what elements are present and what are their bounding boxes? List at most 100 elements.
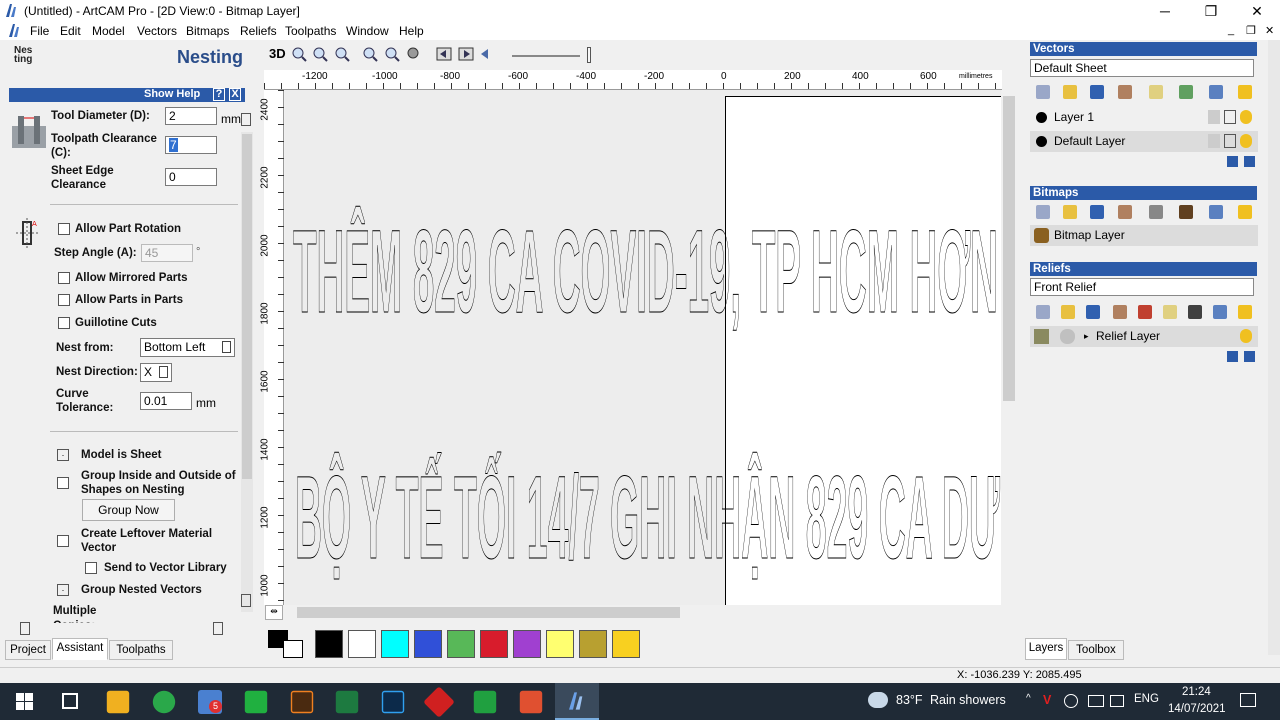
menu-window[interactable]: Window <box>346 24 389 38</box>
open-icon[interactable] <box>1063 205 1077 219</box>
group-now-button[interactable]: Group Now <box>82 499 175 521</box>
artcam-menu-icon[interactable] <box>8 23 22 38</box>
pan-icon[interactable] <box>406 46 422 62</box>
help-close-button[interactable]: X <box>229 88 241 101</box>
relief-select[interactable]: Front Relief <box>1030 278 1254 296</box>
menu-model[interactable]: Model <box>92 24 125 38</box>
swatch-cyan[interactable] <box>381 630 409 658</box>
vectors-sheet-select[interactable]: Default Sheet <box>1030 59 1254 77</box>
zoom-out-icon[interactable] <box>312 46 328 62</box>
layer-color-dot[interactable] <box>1036 112 1047 123</box>
move-down-icon[interactable] <box>1244 156 1255 167</box>
panel-scrollbar[interactable] <box>241 132 253 612</box>
restore-button[interactable]: ❐ <box>1188 0 1234 22</box>
show-help-label[interactable]: Show Help <box>144 88 200 100</box>
group-inside-outside-checkbox[interactable] <box>57 477 69 489</box>
volume-icon[interactable] <box>1110 695 1124 707</box>
swatch-purple[interactable] <box>513 630 541 658</box>
swatch-black[interactable] <box>315 630 343 658</box>
weather-icon[interactable] <box>868 692 888 708</box>
gray-icon[interactable] <box>1149 205 1163 219</box>
windows-start-icon[interactable] <box>16 693 33 710</box>
nest-from-select[interactable]: Bottom Left <box>140 338 235 357</box>
bitmap-layer-row[interactable]: Bitmap Layer <box>1030 225 1258 246</box>
right-panel-scrollbar[interactable] <box>1268 40 1280 655</box>
drawing-canvas[interactable]: THÊM 829 CA COVID-19, TP HCM HƠN BỘ Y TẾ… <box>285 90 1001 605</box>
view-3d-button[interactable]: 3D <box>269 46 286 61</box>
guillotine-cuts-checkbox[interactable] <box>58 317 70 329</box>
move-up-icon[interactable] <box>1227 351 1238 362</box>
curve-tolerance-input[interactable]: 0.01 <box>140 392 192 410</box>
visibility-bulb-icon[interactable] <box>1240 329 1252 343</box>
open-icon[interactable] <box>1061 305 1075 319</box>
weather-desc[interactable]: Rain showers <box>930 693 1006 707</box>
swatch-green[interactable] <box>447 630 475 658</box>
clock-date[interactable]: 14/07/2021 <box>1168 703 1226 715</box>
save-icon[interactable] <box>1090 205 1104 219</box>
corner-button[interactable]: ⇹ <box>265 605 283 620</box>
menu-help[interactable]: Help <box>399 24 424 38</box>
tab-assistant[interactable]: Assistant <box>52 638 108 660</box>
vector-text-line-2[interactable]: BỘ Y TẾ TỐI 14/7 GHI NHẬN 829 CA DƯ <box>295 451 1001 585</box>
mdi-restore-button[interactable]: ❐ <box>1246 24 1256 37</box>
move-down-icon[interactable] <box>1244 351 1255 362</box>
view-swap-icon[interactable] <box>458 46 474 62</box>
illustrator-icon[interactable] <box>290 690 314 714</box>
move-up-icon[interactable] <box>1227 156 1238 167</box>
mdi-minimize-button[interactable]: _ <box>1228 24 1234 36</box>
merge-icon[interactable] <box>1179 85 1193 99</box>
swatch-blue[interactable] <box>414 630 442 658</box>
secondary-color[interactable] <box>283 640 303 658</box>
menu-file[interactable]: File <box>30 24 49 38</box>
paste-icon[interactable] <box>1113 305 1127 319</box>
step-angle-input[interactable]: 45 <box>141 244 193 262</box>
swatch-light-yellow[interactable] <box>546 630 574 658</box>
action-center-icon[interactable] <box>1240 693 1256 707</box>
swatch-yellow[interactable] <box>612 630 640 658</box>
menu-bitmaps[interactable]: Bitmaps <box>186 24 229 38</box>
save-icon[interactable] <box>1090 85 1104 99</box>
lightbulb-icon[interactable] <box>1238 305 1252 319</box>
canvas-horizontal-scrollbar[interactable] <box>285 605 1001 620</box>
delete-icon[interactable] <box>1209 85 1223 99</box>
panel-hscroll-left[interactable] <box>20 622 30 635</box>
new-layer-icon[interactable] <box>1036 85 1050 99</box>
minimize-button[interactable]: ─ <box>1142 0 1188 22</box>
close-button[interactable]: ✕ <box>1234 0 1280 22</box>
weather-temp[interactable]: 83°F <box>896 693 923 707</box>
zoom-previous-icon[interactable] <box>384 46 400 62</box>
allow-part-rotation-checkbox[interactable] <box>58 223 70 235</box>
view-arrow-icon[interactable] <box>479 46 495 62</box>
camtasia-green-icon[interactable] <box>473 690 497 714</box>
menu-vectors[interactable]: Vectors <box>137 24 177 38</box>
sheet-edge-clearance-input[interactable]: 0 <box>165 168 217 186</box>
lock-icon[interactable] <box>1208 134 1220 148</box>
swatch-red[interactable] <box>480 630 508 658</box>
canvas-hscroll-thumb[interactable] <box>297 607 680 618</box>
layer-color-dot[interactable] <box>1036 136 1047 147</box>
tab-toolbox[interactable]: Toolbox <box>1068 640 1124 660</box>
tray-v-icon[interactable]: V <box>1043 693 1051 707</box>
edit-pen-icon[interactable] <box>1224 110 1236 124</box>
relief-layer-row[interactable]: ▸ Relief Layer <box>1030 326 1258 347</box>
create-leftover-checkbox[interactable] <box>57 535 69 547</box>
tool-diameter-input[interactable]: 2 <box>165 107 217 125</box>
zoom-box-icon[interactable] <box>334 46 350 62</box>
toolpath-clearance-input[interactable]: 7 <box>165 136 217 154</box>
help-question-button[interactable]: ? <box>213 88 225 101</box>
file-explorer-icon[interactable] <box>106 690 130 714</box>
vector-text-layer[interactable]: THÊM 829 CA COVID-19, TP HCM HƠN BỘ Y TẾ… <box>285 90 1001 605</box>
language-indicator[interactable]: ENG <box>1134 693 1159 705</box>
relief-image-icon[interactable] <box>1188 305 1202 319</box>
vector-layer-row[interactable]: Default Layer <box>1030 131 1258 152</box>
layers-stack-icon[interactable] <box>1138 305 1152 319</box>
nest-direction-select[interactable]: X <box>140 363 172 382</box>
phone-app-icon[interactable] <box>244 690 268 714</box>
tray-app-icon[interactable] <box>1064 694 1078 708</box>
lightbulb-icon[interactable] <box>1238 205 1252 219</box>
send-to-vector-library-checkbox[interactable] <box>85 562 97 574</box>
new-bitmap-icon[interactable] <box>1036 205 1050 219</box>
chrome-icon[interactable] <box>152 690 176 714</box>
scroll-up-box[interactable] <box>241 113 251 126</box>
menu-toolpaths[interactable]: Toolpaths <box>285 24 336 38</box>
